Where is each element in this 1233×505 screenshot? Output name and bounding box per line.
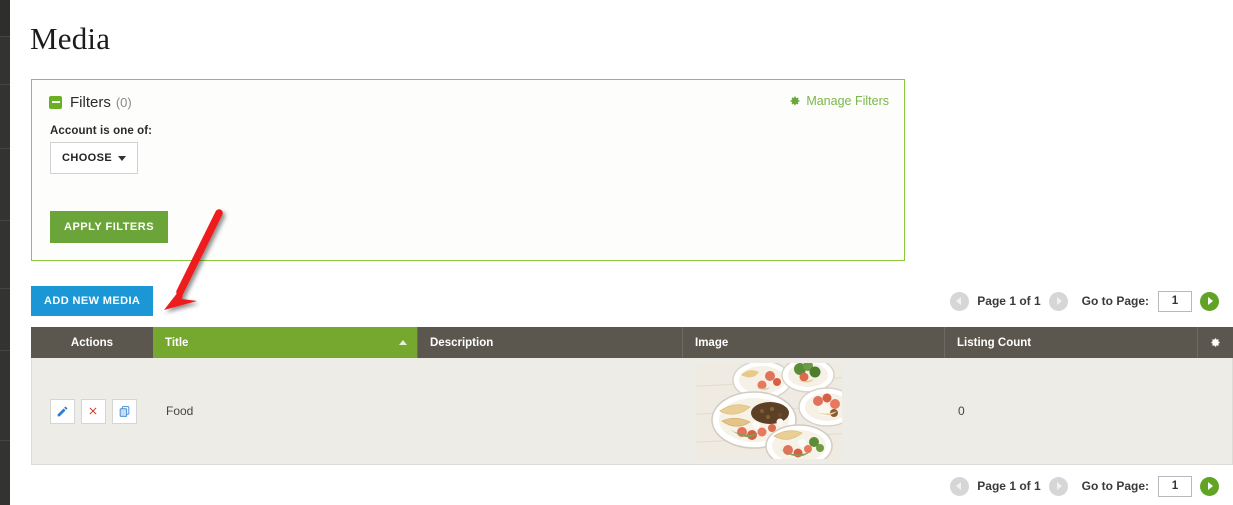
delete-button[interactable] [80, 398, 106, 424]
minus-square-icon[interactable] [49, 95, 62, 109]
choose-label: CHOOSE [62, 152, 113, 164]
sort-ascending-icon [399, 340, 407, 345]
rail-segment [0, 84, 10, 148]
column-label: Image [695, 336, 729, 349]
goto-page-go-button[interactable] [1200, 476, 1219, 496]
copy-icon [119, 405, 129, 417]
column-label: Description [430, 336, 494, 349]
filters-panel: Filters (0) Manage Filters Account is on… [31, 79, 905, 261]
column-label: Actions [70, 336, 114, 349]
caret-down-icon [118, 155, 127, 161]
row-actions-cell [32, 358, 154, 464]
page-status-label: Page 1 of 1 [977, 294, 1041, 308]
rail-segment [0, 36, 10, 84]
rail-segment [0, 440, 10, 505]
table-header-row: Actions Title Description Image Listing … [31, 327, 1233, 358]
row-description-cell [419, 358, 684, 464]
media-table: Actions Title Description Image Listing … [31, 327, 1233, 465]
column-label: Listing Count [957, 336, 1032, 349]
goto-page-label: Go to Page: [1081, 479, 1149, 493]
times-icon [89, 407, 97, 415]
row-image-cell [684, 358, 946, 464]
filters-count: (0) [115, 94, 132, 110]
pagination-top: Page 1 of 1 Go to Page: [950, 290, 1219, 312]
account-filter-label: Account is one of: [50, 125, 153, 137]
left-nav-rail [0, 0, 10, 505]
filters-label: Filters [70, 93, 111, 111]
goto-page-label: Go to Page: [1081, 294, 1149, 308]
column-header-listing-count[interactable]: Listing Count [945, 327, 1198, 358]
thumbnail-graphic [696, 363, 842, 459]
row-settings-cell [1199, 358, 1232, 464]
manage-filters-link[interactable]: Manage Filters [789, 94, 889, 108]
account-choose-dropdown[interactable]: CHOOSE [50, 142, 139, 174]
table-row: Food 0 [31, 358, 1233, 465]
row-title-cell: Food [166, 404, 194, 418]
edit-button[interactable] [49, 398, 75, 424]
rail-segment [0, 148, 10, 220]
copy-button[interactable] [111, 398, 137, 424]
gear-icon [1211, 338, 1220, 347]
column-header-image[interactable]: Image [683, 327, 945, 358]
pencil-icon [57, 406, 67, 416]
table-settings-button[interactable] [1198, 327, 1233, 358]
add-new-media-button[interactable]: ADD NEW MEDIA [31, 286, 154, 316]
filters-header[interactable]: Filters (0) [49, 92, 132, 112]
add-new-media-label: ADD NEW MEDIA [44, 295, 141, 307]
food-bowls-thumbnail[interactable] [696, 363, 842, 459]
manage-filters-label: Manage Filters [806, 94, 889, 108]
pagination-bottom: Page 1 of 1 Go to Page: [950, 475, 1219, 497]
media-page: Media Filters (0) Manage Filters Account… [0, 0, 1233, 505]
column-label: Title [165, 336, 189, 349]
goto-page-go-button[interactable] [1200, 291, 1219, 311]
chevron-left-circle-icon[interactable] [950, 476, 970, 496]
chevron-left-circle-icon[interactable] [950, 291, 970, 311]
chevron-right-circle-icon[interactable] [1048, 291, 1068, 311]
chevron-right-circle-icon[interactable] [1048, 476, 1068, 496]
goto-page-input[interactable] [1158, 290, 1192, 312]
rail-segment [0, 220, 10, 288]
column-header-title[interactable]: Title [153, 327, 418, 358]
apply-filters-label: APPLY FILTERS [64, 221, 155, 233]
page-title: Media [30, 21, 111, 56]
rail-segment [0, 288, 10, 350]
rail-segment [0, 350, 10, 440]
goto-page-input[interactable] [1158, 475, 1192, 497]
column-header-description[interactable]: Description [418, 327, 683, 358]
apply-filters-button[interactable]: APPLY FILTERS [50, 211, 169, 243]
page-status-label: Page 1 of 1 [977, 479, 1041, 493]
column-header-actions: Actions [31, 327, 153, 358]
gear-icon [789, 95, 801, 107]
row-listing-count-cell: 0 [958, 404, 965, 418]
